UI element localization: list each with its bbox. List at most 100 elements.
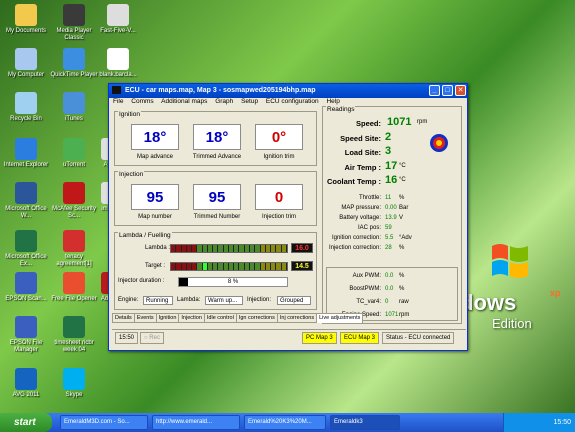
desktop-shortcut[interactable]: iTunes (48, 92, 100, 123)
map-advance-value: 18° (131, 124, 179, 150)
desktop-shortcut[interactable]: blank.barcla... (92, 48, 144, 79)
ignition-group: Ignition 18° Map advance 18° Trimmed Adv… (114, 111, 317, 166)
bargraph-segment (244, 245, 249, 252)
ignition-group-label: Ignition (118, 111, 141, 118)
desktop-shortcut-label: Internet Explorer (3, 162, 49, 168)
tab-live-adjustments[interactable]: Live adjustments (316, 313, 364, 323)
desktop-shortcut[interactable]: tenacy agreement[1] (48, 230, 100, 268)
desktop-shortcut[interactable]: Skype (48, 368, 100, 399)
start-button[interactable]: start (0, 413, 52, 432)
bargraph-segment (218, 263, 223, 270)
close-button[interactable]: ✕ (455, 85, 466, 96)
bargraph-segment (244, 263, 249, 270)
minimize-button[interactable]: _ (429, 85, 440, 96)
bargraph-segment (213, 245, 218, 252)
map-number-value: 95 (131, 184, 179, 210)
maximize-button[interactable]: □ (442, 85, 453, 96)
desktop-shortcut-label: EPSON Scan... (5, 296, 47, 302)
trimmed-advance-value: 18° (193, 124, 241, 150)
desktop-shortcut[interactable]: EPSON File Manager (0, 316, 52, 354)
task-emerald-forum[interactable]: EmeraldM3D.com - So... (60, 415, 148, 430)
injection-trim-label: Injection trim (261, 214, 296, 220)
tab-inj-corrections[interactable]: Inj corrections (276, 313, 318, 323)
bargraph-segment (255, 263, 260, 270)
desktop-shortcut[interactable]: Fast-Five-V... (92, 4, 144, 35)
desktop-shortcut-label: EPSON File Manager (9, 340, 43, 353)
menu-graph[interactable]: Graph (215, 98, 233, 105)
target-bargraph (170, 262, 288, 271)
avg-icon (15, 368, 37, 390)
tab-idle-control[interactable]: Idle control (203, 313, 237, 323)
menu-comms[interactable]: Comms (131, 98, 153, 105)
desktop-shortcut-label: tenacy agreement[1] (56, 254, 92, 267)
bargraph-segment (176, 263, 181, 270)
tab-details[interactable]: Details (112, 313, 135, 323)
bargraph-segment (239, 245, 244, 252)
epson-file-icon (15, 316, 37, 338)
tab-events[interactable]: Events (133, 313, 157, 323)
air-temp-value: 17 (385, 160, 398, 172)
menu-help[interactable]: Help (326, 98, 339, 105)
desktop-shortcut[interactable]: My Computer (0, 48, 52, 79)
bargraph-segment (234, 263, 239, 270)
desktop-shortcut[interactable]: AVG 2011 (0, 368, 52, 399)
speed-site-label: Speed Site: (340, 134, 381, 143)
bargraph-segment (271, 245, 276, 252)
menu-setup[interactable]: Setup (241, 98, 258, 105)
ecu-window[interactable]: ECU - car maps.map, Map 3 - sosmapwed205… (108, 83, 468, 351)
tab-injection[interactable]: Injection (178, 313, 205, 323)
aux-reading-label: TC_var4: (356, 299, 381, 305)
pc-map-indicator: PC Map 3 (302, 332, 337, 344)
desktop-shortcut-label: My Computer (7, 72, 44, 78)
aux-reading-unit: raw (399, 299, 409, 305)
xp-logo-edition: Edition (492, 316, 532, 331)
aux-reading-label: Aux PWM: (352, 273, 381, 279)
bargraph-segment (255, 245, 260, 252)
trimmed-number-label: Trimmed Number (193, 214, 241, 220)
reading-label: Battery voltage: (339, 215, 381, 221)
ignition-trim-value: 0° (255, 124, 303, 150)
ecu-map-indicator: ECU Map 3 (340, 332, 380, 344)
pdf-document-icon (63, 230, 85, 252)
desktop-shortcut[interactable]: My Documents (0, 4, 52, 35)
speed-site-value: 2 (385, 131, 392, 143)
ignition-trim-label: Ignition trim (263, 154, 295, 160)
excel-icon (15, 230, 37, 252)
menu-additional-maps[interactable]: Additional maps (161, 98, 207, 105)
desktop-shortcut[interactable]: EPSON Scan... (0, 272, 52, 303)
desktop-shortcut[interactable]: Microsoft Office Ex... (0, 230, 52, 268)
menu-ecu-configuration[interactable]: ECU configuration (266, 98, 319, 105)
menu-file[interactable]: File (113, 98, 123, 105)
injection-trim-value: 0 (255, 184, 303, 210)
tab-ignition[interactable]: Ignition (155, 313, 180, 323)
desktop-shortcut-label: Media Player Classic (56, 28, 92, 41)
speed-value: 1071 (387, 116, 412, 128)
task-emeraldk3[interactable]: Emeraldk3 (330, 415, 400, 430)
bargraph-segment (197, 245, 202, 252)
file-icon (107, 4, 129, 26)
bargraph-segment (213, 263, 218, 270)
task-emerald-web[interactable]: http://www.emerald... (152, 415, 240, 430)
mcafee-icon (63, 182, 85, 204)
map-advance-label: Map advance (136, 154, 174, 160)
bargraph-segment (197, 263, 202, 270)
desktop-shortcut[interactable]: Internet Explorer (0, 138, 52, 169)
timesheet-icon (63, 316, 85, 338)
injector-duration-bar: 8 % (178, 277, 288, 287)
task-emerald-pdf[interactable]: Emerald%20K3%20M... (244, 415, 326, 430)
desktop-shortcut-label: QuickTime Player (50, 72, 98, 78)
bargraph-segment (186, 245, 192, 252)
reading-unit: °Adv (399, 235, 412, 241)
bargraph-segment (171, 245, 176, 252)
desktop-shortcut-label: Skype (65, 392, 83, 398)
readings-group-label: Readings (326, 106, 356, 113)
bargraph-segment (202, 263, 207, 270)
record-button[interactable]: ○ Rec (140, 332, 164, 344)
desktop-shortcut[interactable]: Recycle Bin (0, 92, 52, 123)
desktop-shortcut[interactable]: Microsoft Office W... (0, 182, 52, 220)
tab-strip: Details Events Ignition Injection Idle contr… (112, 313, 364, 323)
title-bar[interactable]: ECU - car maps.map, Map 3 - sosmapwed205… (109, 84, 467, 98)
bargraph-segment (207, 263, 213, 270)
desktop-shortcut[interactable]: timesheet ricbr week 04 (48, 316, 100, 354)
tab-ign-corrections[interactable]: Ign corrections (235, 313, 278, 323)
